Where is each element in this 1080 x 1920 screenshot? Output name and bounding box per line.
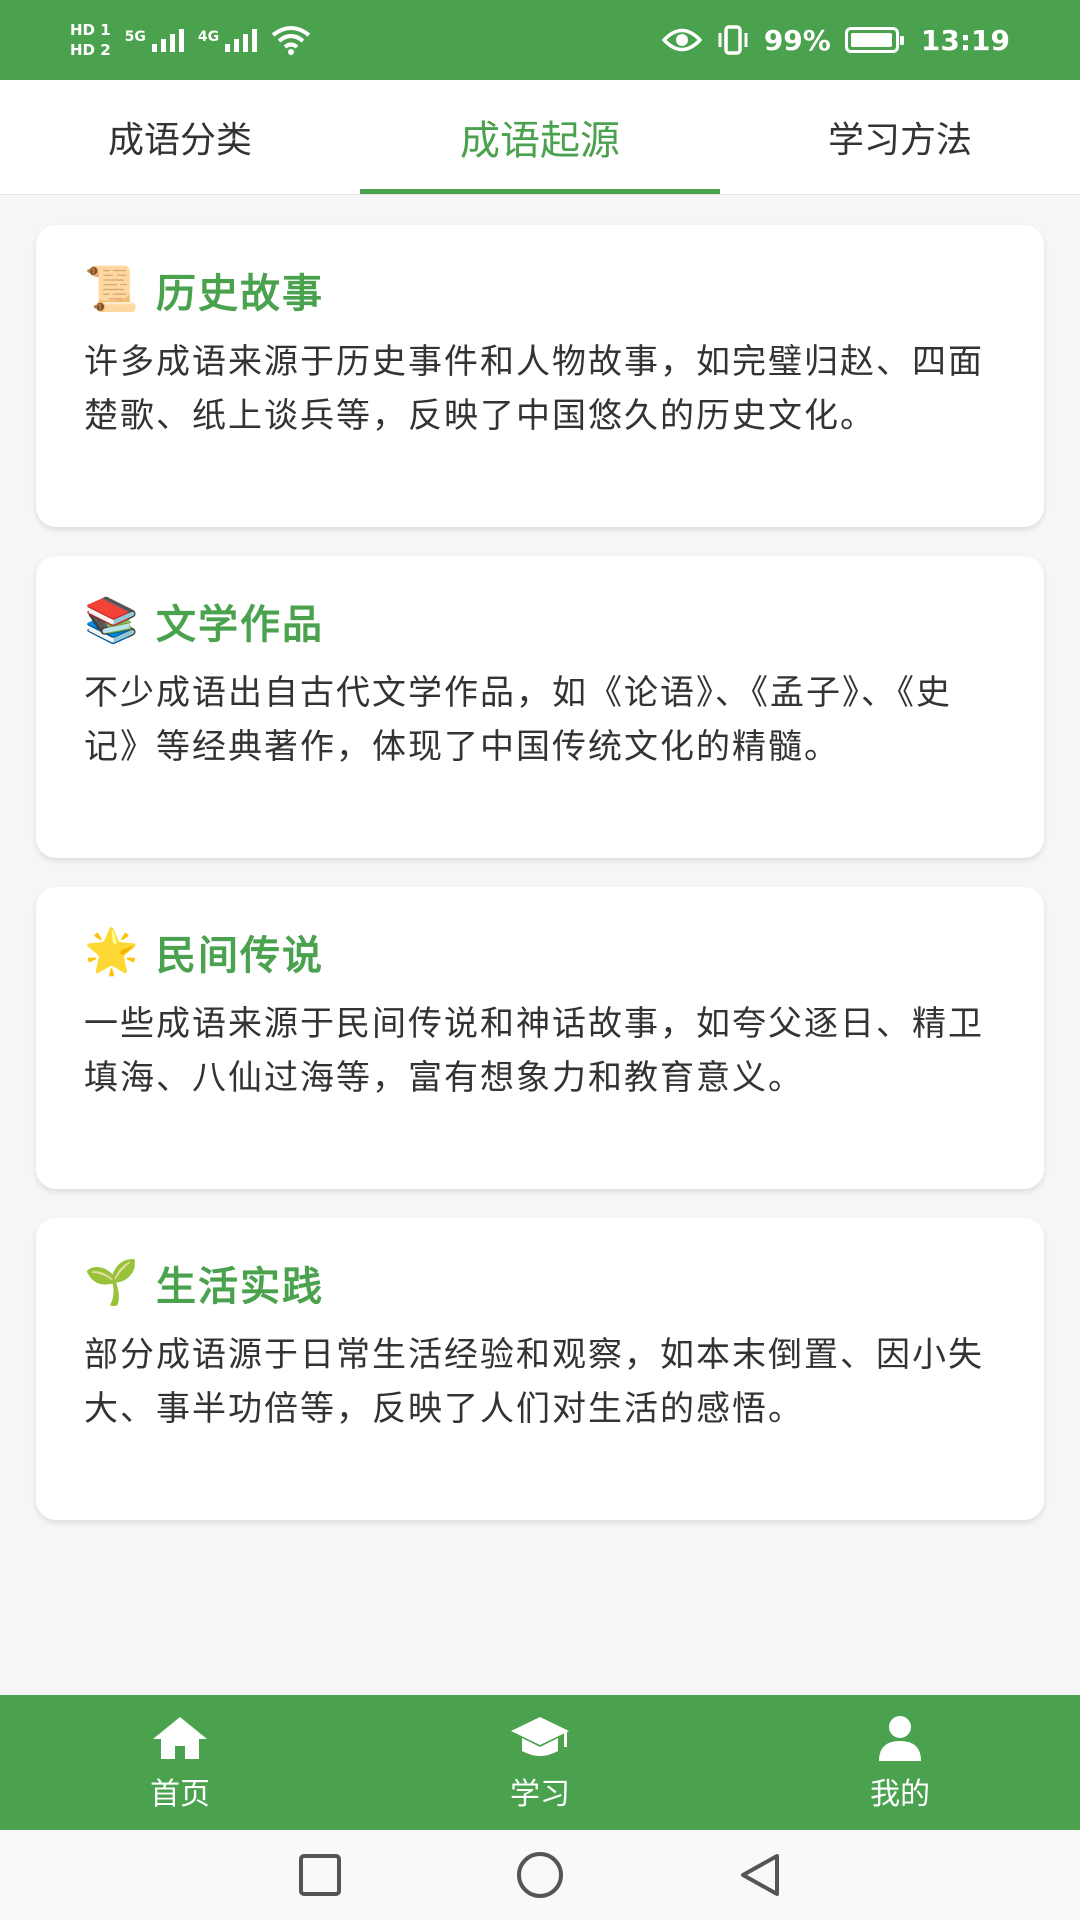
card-description: 许多成语来源于历史事件和人物故事，如完璧归赵、四面楚歌、纸上谈兵等，反映了中国悠… — [84, 342, 984, 436]
square-icon — [299, 1854, 341, 1896]
nav-home[interactable]: 首页 — [0, 1695, 360, 1830]
wifi-icon — [271, 26, 311, 55]
card-title: 历史故事 — [156, 271, 324, 317]
card-title: 生活实践 — [156, 1264, 324, 1310]
hd1-label: HD 1 — [70, 21, 111, 39]
system-nav-bar — [0, 1830, 1080, 1920]
eye-icon — [661, 28, 702, 52]
bottom-nav: 首页 学习 我的 — [0, 1695, 1080, 1830]
card-title-row: 🌱 生活实践 — [84, 1254, 996, 1312]
star-icon: 🌟 — [84, 926, 139, 977]
card-life-practice[interactable]: 🌱 生活实践 部分成语源于日常生活经验和观察，如本末倒置、因小失大、事半功倍等，… — [36, 1218, 1044, 1520]
card-description: 不少成语出自古代文学作品，如《论语》、《孟子》、《史记》等经典著作，体现了中国传… — [84, 673, 952, 767]
card-description: 一些成语来源于民间传说和神话故事，如夸父逐日、精卫填海、八仙过海等，富有想象力和… — [84, 1004, 984, 1098]
recents-button[interactable] — [295, 1850, 345, 1900]
graduation-cap-icon — [511, 1716, 569, 1756]
status-bar: HD 1 HD 2 5G 4G 99% 13:19 — [0, 0, 1080, 80]
card-title: 民间传说 — [156, 933, 324, 979]
signal-5g-icon: 5G — [124, 28, 184, 52]
nav-study-label: 学习 — [510, 1776, 570, 1812]
status-left: HD 1 HD 2 5G 4G — [70, 20, 311, 60]
user-icon — [879, 1715, 921, 1761]
card-folk-legends[interactable]: 🌟 民间传说 一些成语来源于民间传说和神话故事，如夸父逐日、精卫填海、八仙过海等… — [36, 887, 1044, 1189]
nav-profile[interactable]: 我的 — [720, 1695, 1080, 1830]
signal-4g-label: 4G — [197, 28, 220, 45]
tab-idiom-categories[interactable]: 成语分类 — [0, 80, 360, 194]
tab-learning-methods[interactable]: 学习方法 — [720, 80, 1080, 194]
battery-icon — [844, 27, 904, 53]
signal-5g-label: 5G — [124, 28, 146, 45]
screen: HD 1 HD 2 5G 4G 99% 13:19 成语分类 成语起源 学习方法… — [0, 0, 1080, 1920]
card-literary-works[interactable]: 📚 文学作品 不少成语出自古代文学作品，如《论语》、《孟子》、《史记》等经典著作… — [36, 556, 1044, 858]
card-title-row: 📚 文学作品 — [84, 592, 996, 650]
tab-bar: 成语分类 成语起源 学习方法 — [0, 80, 1080, 195]
battery-percent: 99% — [763, 23, 831, 57]
card-description: 部分成语源于日常生活经验和观察，如本末倒置、因小失大、事半功倍等，反映了人们对生… — [84, 1335, 984, 1429]
nav-profile-label: 我的 — [870, 1776, 930, 1812]
home-button[interactable] — [515, 1850, 565, 1900]
circle-icon — [517, 1852, 563, 1898]
card-historical-stories[interactable]: 📜 历史故事 许多成语来源于历史事件和人物故事，如完璧归赵、四面楚歌、纸上谈兵等… — [36, 225, 1044, 527]
back-triangle-icon — [741, 1854, 779, 1896]
status-right: 99% 13:19 — [661, 23, 1010, 57]
seedling-icon: 🌱 — [84, 1257, 139, 1308]
tab-idiom-origins[interactable]: 成语起源 — [360, 80, 720, 194]
card-title: 文学作品 — [156, 602, 324, 648]
back-button[interactable] — [735, 1850, 785, 1900]
card-title-row: 📜 历史故事 — [84, 261, 996, 319]
scroll-icon: 📜 — [84, 264, 139, 315]
vibrate-icon — [718, 25, 748, 55]
card-title-row: 🌟 民间传说 — [84, 923, 996, 981]
nav-study[interactable]: 学习 — [360, 1695, 720, 1830]
hd-indicator: HD 1 HD 2 — [70, 20, 111, 60]
books-icon: 📚 — [84, 595, 139, 646]
nav-home-label: 首页 — [150, 1776, 210, 1812]
home-icon — [153, 1716, 207, 1759]
origin-card-list: 📜 历史故事 许多成语来源于历史事件和人物故事，如完璧归赵、四面楚歌、纸上谈兵等… — [36, 225, 1044, 1549]
clock: 13:19 — [920, 23, 1010, 57]
signal-4g-icon: 4G — [197, 28, 258, 52]
hd2-label: HD 2 — [70, 41, 111, 59]
